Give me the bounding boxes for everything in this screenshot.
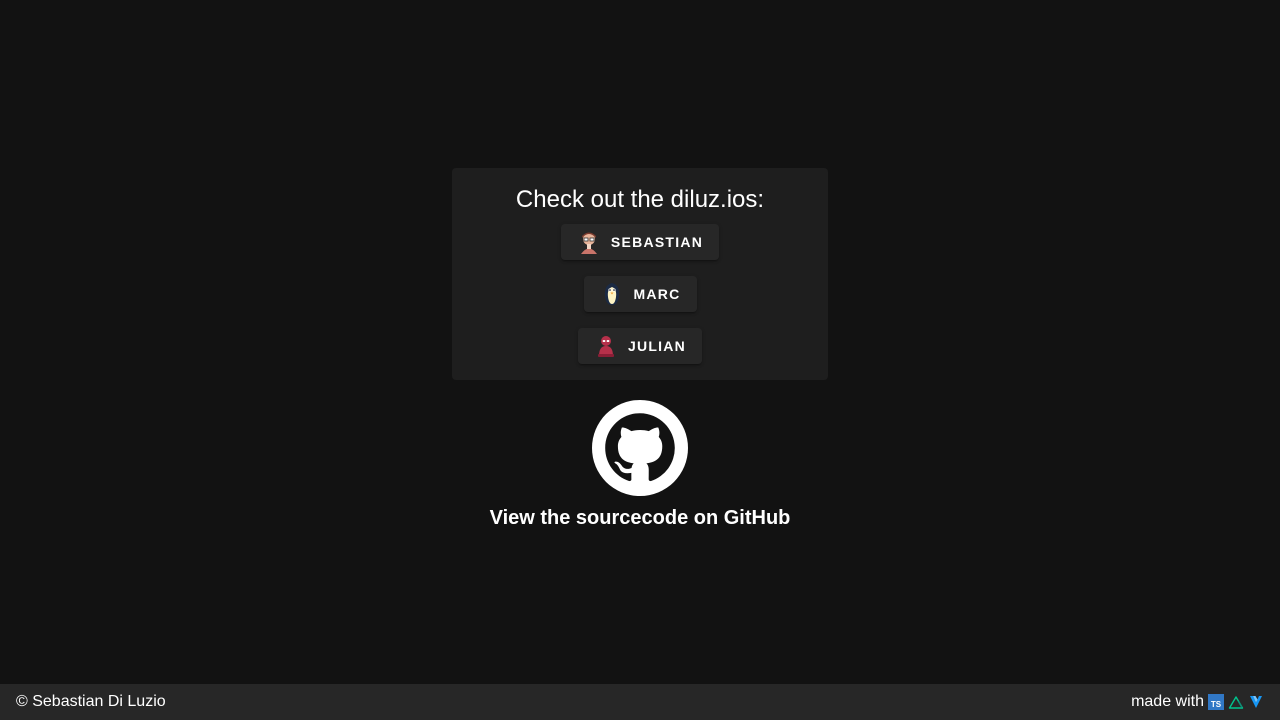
copyright-text: © Sebastian Di Luzio [16, 693, 166, 710]
penguin-avatar-icon [604, 283, 619, 305]
github-link[interactable]: View the sourcecode on GitHub [0, 400, 1280, 532]
footer: © Sebastian Di Luzio made with TS [0, 684, 1280, 720]
sebastian-button[interactable]: SEBASTIAN [560, 224, 720, 260]
typescript-icon: TS [1208, 694, 1224, 710]
sebastian-avatar-icon [580, 232, 597, 254]
svg-text:TS: TS [1211, 700, 1222, 709]
card-title: Check out the diluz.ios: [515, 186, 765, 213]
made-with-label: made with [1131, 693, 1204, 710]
marc-button[interactable]: MARC [583, 276, 697, 312]
sebastian-label: SEBASTIAN [610, 234, 704, 250]
julian-avatar-icon [597, 336, 614, 357]
github-icon[interactable] [592, 400, 688, 496]
vuetify-icon [1250, 696, 1262, 708]
julian-label: JULIAN [627, 338, 687, 354]
github-label[interactable]: View the sourcecode on GitHub [490, 504, 791, 532]
made-with: made with TS [1131, 693, 1264, 711]
page: Check out the diluz.ios: SEBASTIAN MARC … [0, 0, 1280, 720]
julian-button[interactable]: JULIAN [577, 328, 703, 364]
profiles-card: Check out the diluz.ios: SEBASTIAN MARC … [452, 168, 828, 380]
marc-label: MARC [633, 286, 681, 302]
nuxt-icon [1228, 696, 1244, 709]
